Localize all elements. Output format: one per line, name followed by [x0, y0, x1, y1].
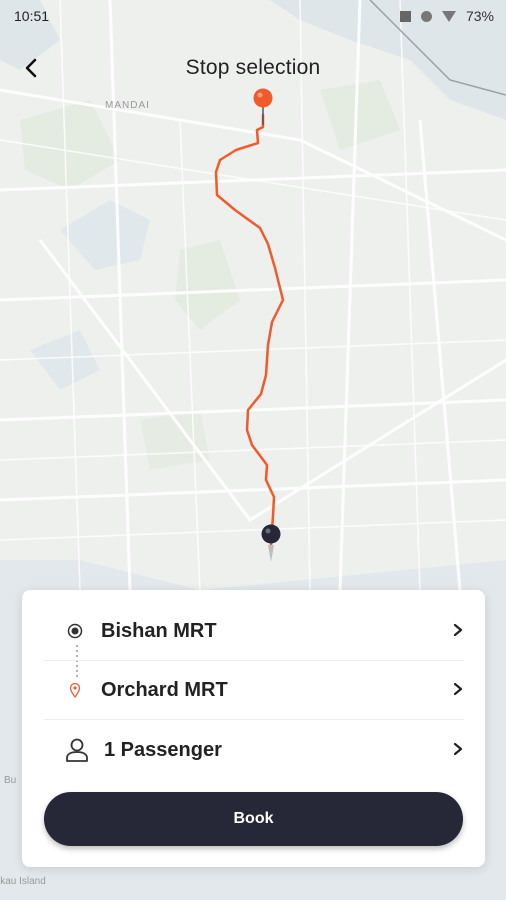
signal-dot-icon: [420, 10, 432, 22]
trip-card: Bishan MRT Orchard MRT 1 Passenger Book: [22, 590, 485, 867]
origin-row[interactable]: Bishan MRT: [44, 602, 464, 660]
notification-icon: [399, 10, 411, 22]
destination-label: Orchard MRT: [101, 678, 228, 701]
chevron-right-icon: [452, 680, 464, 701]
passenger-row[interactable]: 1 Passenger: [44, 721, 464, 779]
wifi-icon: [441, 10, 456, 22]
chevron-right-icon: [452, 621, 464, 642]
passenger-label: 1 Passenger: [104, 738, 222, 761]
origin-dot-icon: [67, 623, 83, 639]
map-label-edge: Bu: [4, 775, 17, 786]
destination-pin-icon: [69, 682, 81, 698]
header: Stop selection: [0, 52, 506, 88]
user-icon: [66, 738, 88, 762]
origin-label: Bishan MRT: [101, 619, 217, 642]
book-button[interactable]: Book: [44, 792, 463, 846]
divider: [44, 719, 464, 720]
destination-row[interactable]: Orchard MRT: [44, 661, 464, 719]
status-time: 10:51: [14, 8, 50, 24]
status-icons: 73%: [399, 8, 494, 24]
page-title: Stop selection: [185, 56, 321, 79]
status-bar: 10:51 73%: [0, 0, 506, 32]
map-label-mandai: MANDAI: [105, 100, 150, 111]
map-label-island: ikau Island: [0, 876, 46, 887]
chevron-right-icon: [452, 740, 464, 761]
battery-level: 73%: [465, 8, 494, 24]
